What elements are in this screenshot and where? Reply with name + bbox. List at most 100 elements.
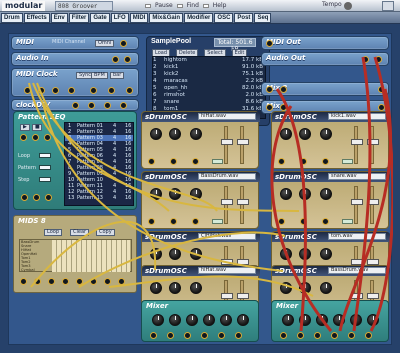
drum-port-2[interactable] xyxy=(300,218,307,225)
midi-module[interactable]: MIDI MIDI Channel Omni xyxy=(11,36,139,50)
mixer-knob[interactable] xyxy=(299,314,311,326)
mids-port-1[interactable] xyxy=(20,278,27,285)
sample-selector[interactable]: snare.wav xyxy=(328,173,386,180)
decay-knob[interactable] xyxy=(169,188,181,200)
drum-port-1[interactable] xyxy=(278,218,285,225)
mids-clear-button[interactable]: Clear xyxy=(70,229,90,236)
mixer-knob[interactable] xyxy=(152,314,164,326)
decay-knob[interactable] xyxy=(299,128,311,140)
clockdiv-port-2[interactable] xyxy=(88,102,95,109)
mixer-knob[interactable] xyxy=(282,314,294,326)
pattern-row[interactable]: 13 Pattern 13 4 16 xyxy=(65,195,133,201)
menu-env[interactable]: Env xyxy=(50,13,68,23)
mids-port-8[interactable] xyxy=(118,278,125,285)
mini-switch[interactable] xyxy=(212,159,223,164)
clock-port-1[interactable] xyxy=(24,87,31,94)
mixer-knob[interactable] xyxy=(367,314,379,326)
drum-port-2[interactable] xyxy=(300,158,307,165)
sample-selector[interactable]: hiHat.wav xyxy=(198,267,256,274)
menu-gate[interactable]: Gate xyxy=(90,13,110,23)
mids-port-4[interactable] xyxy=(62,278,69,285)
help-checkbox[interactable] xyxy=(202,4,209,8)
menu-effects[interactable]: Effects xyxy=(23,13,50,23)
mixer-in-5[interactable] xyxy=(348,332,355,339)
pan-slider[interactable] xyxy=(367,186,379,224)
audio-in-port-right[interactable] xyxy=(124,56,131,63)
mix2-b-in-1[interactable] xyxy=(266,104,273,111)
mixer-knob[interactable] xyxy=(316,314,328,326)
sample-row[interactable]: 4 maracas 2.2 kB xyxy=(153,78,265,85)
sample-row[interactable]: 2 kick1 91.0 kB xyxy=(153,64,265,71)
decay-knob[interactable] xyxy=(299,282,311,294)
mids-port-2[interactable] xyxy=(34,278,41,285)
mixer-in-3[interactable] xyxy=(184,332,191,339)
pitch-knob[interactable] xyxy=(320,188,332,200)
mixer-in-6[interactable] xyxy=(235,332,242,339)
window-menu-icon[interactable] xyxy=(382,1,394,11)
sample-selector[interactable]: kick1.wav xyxy=(328,113,386,120)
mixer-knob[interactable] xyxy=(186,314,198,326)
drum-port-1[interactable] xyxy=(148,218,155,225)
sample-selector[interactable]: ClHiHat.wav xyxy=(198,233,256,240)
sample-selector[interactable]: hiHat.wav xyxy=(198,113,256,120)
menu-modifier[interactable]: Modifier xyxy=(184,13,214,23)
grid-row[interactable]: Cymbal xyxy=(20,268,131,272)
pitch-knob[interactable] xyxy=(190,282,202,294)
pattern-value[interactable] xyxy=(39,165,51,170)
drum-port-3[interactable] xyxy=(322,218,329,225)
sample-row[interactable]: 5 open_hh 82.0 kB xyxy=(153,85,265,92)
drum-port-3[interactable] xyxy=(192,158,199,165)
bpm-button[interactable]: BPM xyxy=(91,72,108,79)
clockdiv-port-1[interactable] xyxy=(72,102,79,109)
pitch-knob[interactable] xyxy=(190,188,202,200)
tune-knob[interactable] xyxy=(150,248,162,260)
seq-port-6[interactable] xyxy=(45,194,52,201)
mix2-b-in-2[interactable] xyxy=(280,104,287,111)
menu-lfo[interactable]: LFO xyxy=(110,13,129,23)
tempo-knob[interactable] xyxy=(344,2,352,10)
step-grid[interactable]: BassDrum Snare HiHat OpenHat Tom1 Tom2 T… xyxy=(19,239,132,272)
mixer-in-5[interactable] xyxy=(218,332,225,339)
tune-knob[interactable] xyxy=(150,128,162,140)
sample-selector[interactable]: tom.wav xyxy=(328,233,386,240)
mixer-in-4[interactable] xyxy=(201,332,208,339)
level-slider[interactable] xyxy=(221,186,233,224)
menu-post[interactable]: Post xyxy=(234,13,254,23)
decay-knob[interactable] xyxy=(299,188,311,200)
sample-selector[interactable]: BassDrum.wav xyxy=(328,267,386,274)
stop-button[interactable]: ■ xyxy=(32,124,42,131)
mids-loop-button[interactable]: Loop xyxy=(44,229,62,236)
menu-osc[interactable]: OSC xyxy=(214,13,234,23)
mixer-in-2[interactable] xyxy=(297,332,304,339)
mids-port-7[interactable] xyxy=(104,278,111,285)
tune-knob[interactable] xyxy=(280,248,292,260)
mixer-in-4[interactable] xyxy=(331,332,338,339)
audio-in-port-left[interactable] xyxy=(112,56,119,63)
mids-port-3[interactable] xyxy=(48,278,55,285)
drum-port-2[interactable] xyxy=(170,158,177,165)
sample-row[interactable]: 7 snare 8.6 kB xyxy=(153,99,265,106)
seq-port-5[interactable] xyxy=(33,194,40,201)
level-slider[interactable] xyxy=(351,126,363,164)
mini-switch[interactable] xyxy=(212,219,223,224)
clockdiv-port-3[interactable] xyxy=(104,102,111,109)
pitch-knob[interactable] xyxy=(190,128,202,140)
mids-copy-button[interactable]: Copy xyxy=(96,229,115,236)
play-button[interactable]: ▶ xyxy=(20,124,30,131)
mixer-knob[interactable] xyxy=(220,314,232,326)
sample-row[interactable]: 6 rimshot 2.0 kB xyxy=(153,92,265,99)
drum-port-1[interactable] xyxy=(148,158,155,165)
mix2-b-out[interactable] xyxy=(378,104,385,111)
step-value[interactable] xyxy=(39,177,51,182)
mids-port-5[interactable] xyxy=(76,278,83,285)
decay-knob[interactable] xyxy=(169,282,181,294)
clock-port-5[interactable] xyxy=(90,87,97,94)
decay-knob[interactable] xyxy=(299,248,311,260)
seq-port-4[interactable] xyxy=(21,194,28,201)
mix2-a-in-2[interactable] xyxy=(280,86,287,93)
clock-port-2[interactable] xyxy=(38,87,45,94)
midi-out-port-1[interactable] xyxy=(266,40,273,47)
clock-port-3[interactable] xyxy=(52,87,59,94)
midi-out-port[interactable] xyxy=(120,40,127,47)
mix2-module-a[interactable]: Mix 2 xyxy=(261,82,389,96)
